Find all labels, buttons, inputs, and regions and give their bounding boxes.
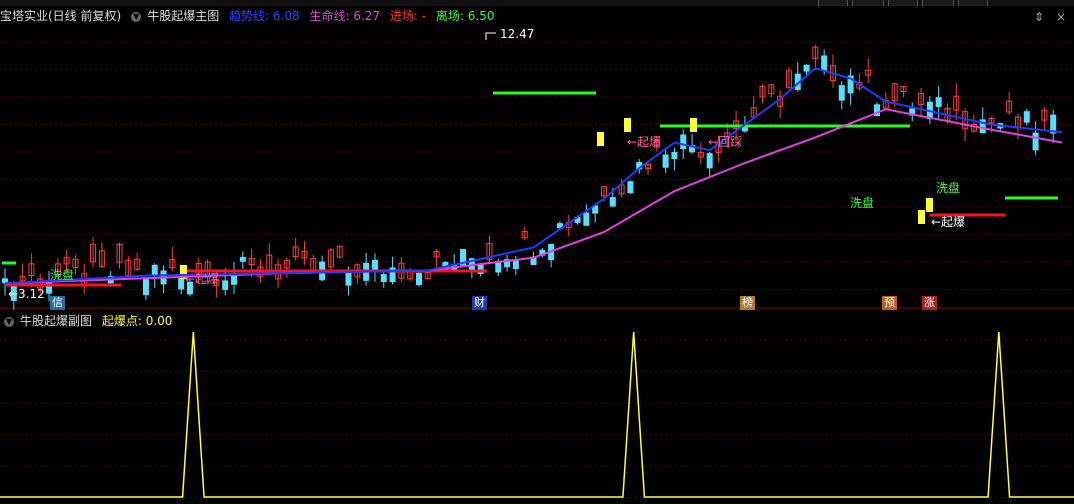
candle-body — [627, 181, 634, 194]
menu-tab[interactable] — [852, 0, 884, 6]
candle-body — [706, 153, 713, 169]
main-chart: 洗盘 ←起爆←起爆 ←回踩洗盘洗盘←起爆12.47←3.12 — [0, 27, 1074, 310]
event-badge-yu[interactable]: 预 — [882, 296, 897, 310]
top-menu-strip — [0, 0, 1074, 6]
candle-body — [1023, 111, 1030, 123]
candle-body — [583, 212, 590, 226]
qibao-point-label: 起爆点 — [101, 314, 138, 328]
menu-tab[interactable] — [818, 0, 848, 6]
signal-block — [690, 118, 697, 132]
candle-body — [415, 272, 422, 286]
life-line — [4, 108, 1063, 285]
qibao-point-value: 0.00 — [145, 314, 173, 328]
annotation-xipan: 洗盘 — [50, 267, 74, 282]
trend-line — [4, 67, 1063, 285]
signal-block — [918, 210, 925, 224]
candle-body — [222, 280, 229, 290]
menu-tab[interactable] — [922, 0, 954, 6]
annotation-huicai: ←回踩 — [708, 135, 742, 149]
menu-tab[interactable] — [958, 0, 988, 6]
candle-body — [380, 274, 387, 282]
candle-body — [1032, 132, 1039, 151]
signal-block — [597, 132, 604, 146]
event-badge-cai[interactable]: 财 — [472, 296, 487, 310]
signal-block — [926, 198, 933, 212]
qibao-signal-line — [0, 331, 1074, 498]
candle-body — [512, 259, 519, 269]
candle-body — [935, 97, 942, 107]
annotation-qibao: ←起爆 — [185, 272, 219, 286]
sub-chart — [0, 331, 1074, 498]
candle-body — [2, 278, 8, 284]
candle-body — [821, 55, 828, 71]
candle-body — [671, 152, 678, 160]
high-price-label: 12.47 — [500, 27, 534, 41]
event-badge-zhang[interactable]: 涨 — [922, 296, 937, 310]
candle-body — [803, 64, 810, 72]
candle-body — [371, 259, 378, 272]
candle-body — [142, 277, 149, 296]
event-badge-bang[interactable]: 榜 — [740, 296, 755, 310]
annotation-xipan: 洗盘 — [936, 180, 960, 195]
low-price-label: ←3.12 — [8, 287, 45, 301]
qibao-point-readout: 起爆点: 0.00 — [101, 314, 173, 328]
candle-body — [530, 257, 537, 266]
candle-body — [151, 264, 158, 276]
candle-body — [838, 85, 845, 101]
sub-indicator-toggle-icon[interactable]: ▼ — [4, 316, 14, 327]
annotation-qibao: ←起爆 — [627, 135, 661, 149]
candle-body — [680, 134, 687, 150]
annotation-xipan: 洗盘 — [850, 195, 874, 210]
sub-indicator-name[interactable]: 牛股起爆副图 — [20, 314, 92, 328]
annotation-qibao: ←起爆 — [931, 215, 965, 229]
signal-block — [624, 118, 631, 132]
sub-chart-header: ▼ 牛股起爆副图 起爆点: 0.00 — [0, 313, 178, 329]
high-marker — [485, 32, 496, 40]
menu-tab[interactable] — [888, 0, 918, 6]
event-badge-xin[interactable]: 信 — [50, 296, 65, 310]
candle-body — [239, 256, 246, 262]
candle-body — [662, 154, 669, 168]
candle-body — [609, 197, 616, 207]
